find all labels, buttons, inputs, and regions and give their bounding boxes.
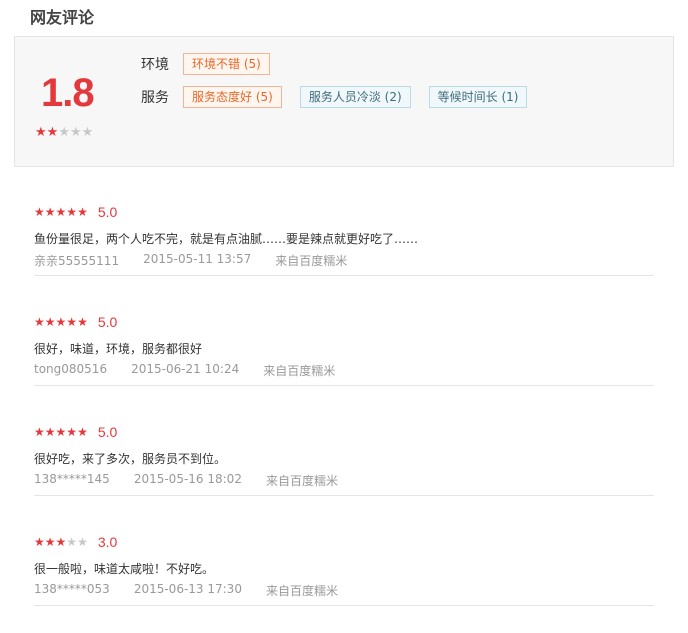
review-rating: ★★★★★ 5.0 [34,314,117,330]
star-icon: ★ [44,315,56,329]
tag-group-label: 环境 [141,57,169,73]
review-content: 很好，味道，环境，服务都很好 [34,342,203,356]
star-icon: ★ [77,315,88,329]
star-icon: ★ [77,535,88,549]
review-item: ★★★★★ 3.0 很一般啦，味道太咸啦！不好吃。 138*****053 20… [34,496,654,606]
review-item: ★★★★★ 5.0 鱼份量很足，两个人吃不完，就是有点油腻……要是辣点就更好吃了… [34,166,654,276]
section-title: 网友评论 [30,8,95,27]
star-rating: ★★★★★ [34,315,88,329]
review-time: 2015-06-21 10:24 [131,362,240,376]
rating-value: 5.0 [97,204,118,220]
overall-score: 1.8 [41,71,95,115]
star-icon: ★ [44,205,56,219]
review-user: 138*****145 [34,472,110,486]
review-user: 亲亲55555111 [34,254,120,268]
rating-value: 5.0 [97,314,118,330]
review-source: 来自百度糯米 [265,474,338,488]
star-icon: ★ [34,425,45,439]
review-content: 鱼份量很足，两个人吃不完，就是有点油腻……要是辣点就更好吃了…… [34,232,419,246]
star-rating: ★★★★★ [34,425,88,439]
star-icon: ★ [77,205,88,219]
star-icon: ★ [66,425,78,439]
review-tag[interactable]: 环境不错 (5) [183,53,270,75]
review-rating: ★★★★★ 3.0 [34,534,117,550]
review-source: 来自百度糯米 [275,254,348,268]
star-icon: ★ [55,425,67,439]
star-icon: ★ [34,315,45,329]
rating-value: 3.0 [97,534,118,550]
review-content: 很一般啦，味道太咸啦！不好吃。 [34,562,215,576]
review-tag[interactable]: 服务态度好 (5) [183,86,282,108]
review-meta: 亲亲55555111 2015-05-11 13:57 来自百度糯米 [34,252,371,269]
tag-group-service: 服务 服务态度好 (5) 服务人员冷淡 (2) 等候时间长 (1) [141,86,545,108]
review-list: ★★★★★ 5.0 鱼份量很足，两个人吃不完，就是有点油腻……要是辣点就更好吃了… [34,166,654,606]
star-icon: ★ [55,205,67,219]
rating-summary: 1.8 ★★★★★ 环境 环境不错 (5) 服务 服务态度好 (5) 服务人员冷… [14,36,674,167]
star-icon: ★ [69,125,82,140]
star-icon: ★ [55,315,67,329]
star-icon: ★ [35,125,47,140]
star-icon: ★ [34,535,45,549]
review-time: 2015-06-13 17:30 [133,582,242,596]
star-icon: ★ [66,315,78,329]
review-tag[interactable]: 服务人员冷淡 (2) [299,86,411,108]
star-icon: ★ [66,535,78,549]
tag-group-environment: 环境 环境不错 (5) [141,53,288,75]
star-icon: ★ [81,125,94,140]
review-source: 来自百度糯米 [263,364,336,378]
review-meta: 138*****053 2015-06-13 17:30 来自百度糯米 [34,582,362,599]
review-time: 2015-05-11 13:57 [143,252,252,266]
review-content: 很好吃，来了多次，服务员不到位。 [34,452,227,466]
review-item: ★★★★★ 5.0 很好，味道，环境，服务都很好 tong080516 2015… [34,276,654,386]
review-meta: 138*****145 2015-05-16 18:02 来自百度糯米 [34,472,362,489]
review-source: 来自百度糯米 [265,584,338,598]
star-rating: ★★★★★ [34,205,88,219]
overall-star-rating: ★★★★★ [35,125,93,140]
star-icon: ★ [44,535,56,549]
star-icon: ★ [34,205,45,219]
star-icon: ★ [44,425,56,439]
rating-value: 5.0 [97,424,118,440]
star-icon: ★ [46,125,59,140]
star-icon: ★ [77,425,88,439]
tag-group-label: 服务 [141,90,169,106]
review-user: 138*****053 [34,582,110,596]
review-rating: ★★★★★ 5.0 [34,204,117,220]
star-icon: ★ [66,205,78,219]
review-tag[interactable]: 等候时间长 (1) [428,86,528,108]
review-rating: ★★★★★ 5.0 [34,424,117,440]
review-item: ★★★★★ 5.0 很好吃，来了多次，服务员不到位。 138*****145 2… [34,386,654,496]
star-icon: ★ [55,535,67,549]
review-meta: tong080516 2015-06-21 10:24 来自百度糯米 [34,362,359,379]
review-time: 2015-05-16 18:02 [133,472,242,486]
star-rating: ★★★★★ [34,535,88,549]
review-user: tong080516 [34,362,108,376]
star-icon: ★ [58,125,70,140]
